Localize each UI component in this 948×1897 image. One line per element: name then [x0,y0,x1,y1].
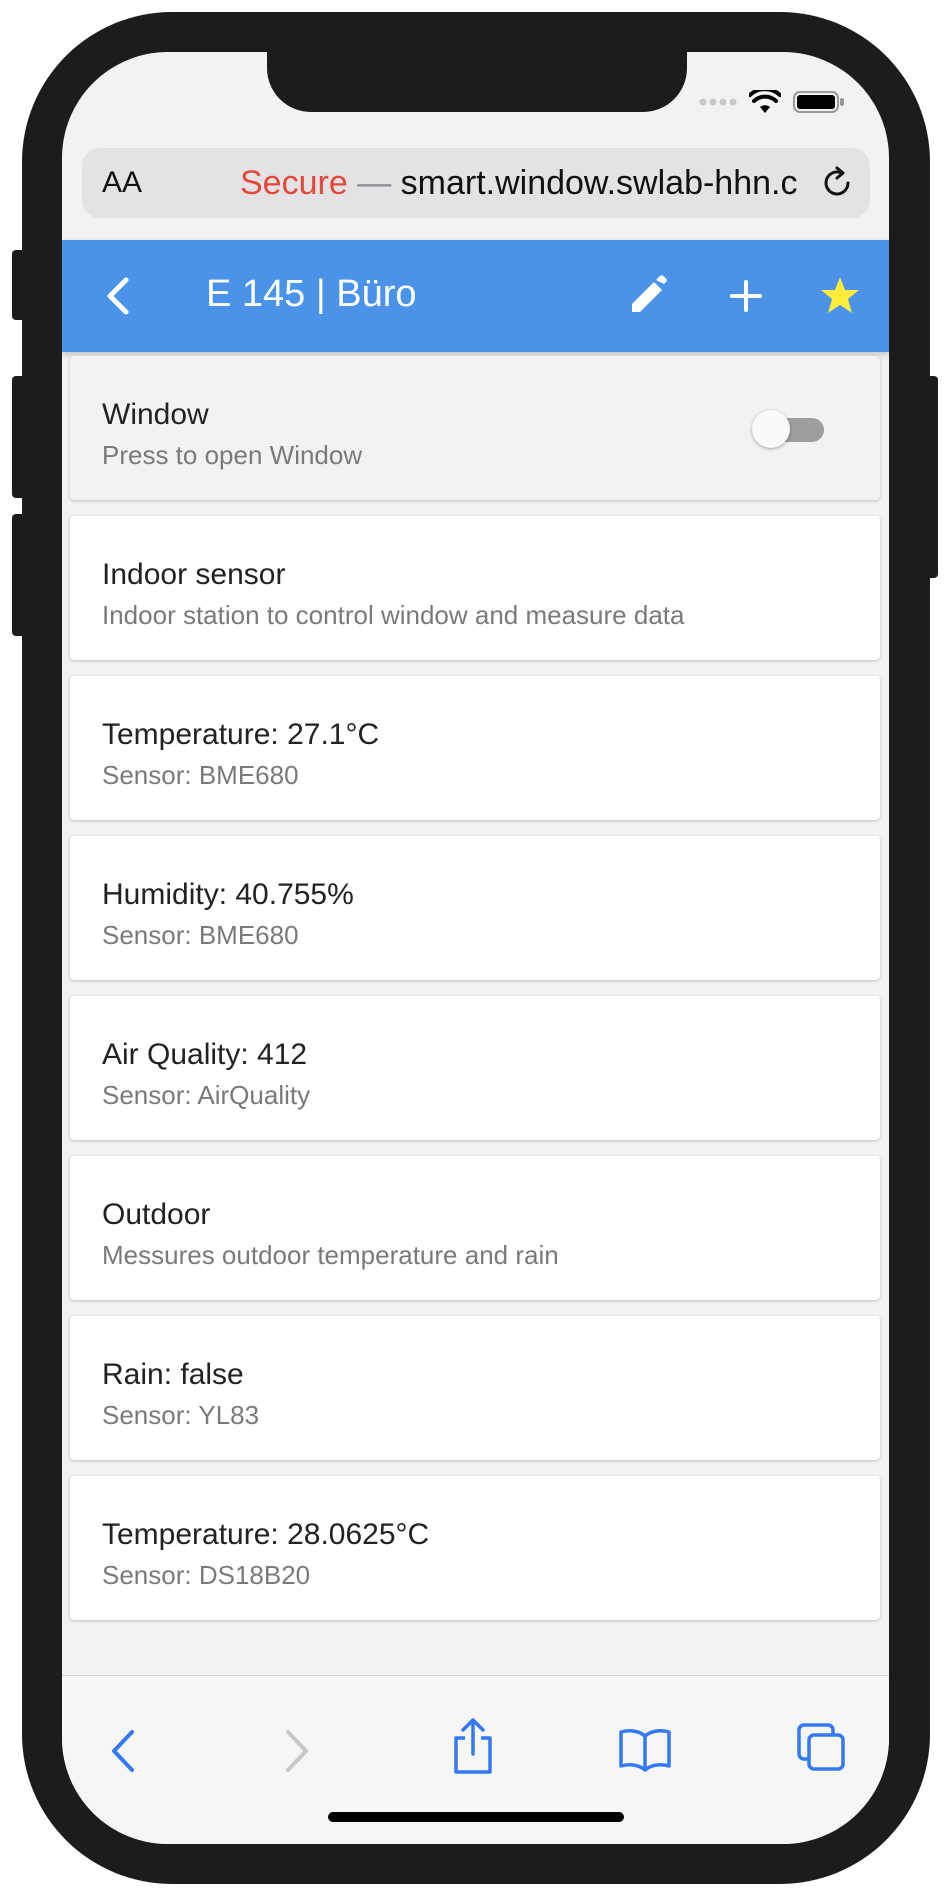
list-item-title: Rain: false [102,1358,244,1391]
list-item[interactable]: Rain: false Sensor: YL83 [70,1316,880,1460]
battery-icon [793,91,844,113]
star-icon[interactable] [818,268,862,324]
list-item-subtitle: Sensor: AirQuality [102,1080,311,1110]
wifi-icon [749,90,781,113]
list-item-title: Air Quality: 412 [102,1038,308,1071]
forward-icon[interactable] [276,1726,316,1776]
toggle-knob [752,410,790,448]
text-size-button[interactable]: AA [102,166,142,200]
url-text[interactable]: Secure — smart.window.swlab-hhn.c [240,164,800,203]
list-item-subtitle: Sensor: DS18B20 [102,1560,311,1590]
list-item[interactable]: Temperature: 28.0625°C Sensor: DS18B20 [70,1476,880,1620]
phone-screen: AA Secure — smart.window.swlab-hhn.c E 1… [62,52,889,1844]
list-item-subtitle: Sensor: BME680 [102,760,299,790]
list-item-title: Temperature: 27.1°C [102,718,380,751]
volume-down-button [12,514,26,636]
list-item-title: Outdoor [102,1198,211,1231]
bookmarks-icon[interactable] [618,1726,672,1772]
reload-icon[interactable] [818,164,856,202]
list-item[interactable]: Air Quality: 412 Sensor: AirQuality [70,996,880,1140]
arrow-back-icon[interactable] [98,268,138,324]
pencil-icon[interactable] [626,268,670,324]
page-title: E 145 | Büro [206,273,417,315]
list-item-subtitle: Press to open Window [102,440,363,470]
share-icon[interactable] [450,1716,496,1776]
signal-dots-icon [699,98,737,106]
mute-switch [12,250,26,320]
list-item-subtitle: Messures outdoor temperature and rain [102,1240,559,1270]
plus-icon[interactable] [724,268,768,324]
secure-label: Secure [240,164,348,202]
window-control-item[interactable]: Window Press to open Window [70,356,880,500]
window-toggle[interactable] [752,410,824,448]
app-toolbar: E 145 | Büro [62,240,889,352]
list-item-title: Window [102,398,209,431]
url-host: smart.window.swlab-hhn.c [400,164,798,202]
list-item-title: Temperature: 28.0625°C [102,1518,430,1551]
list-item-title: Indoor sensor [102,558,286,591]
list-item-subtitle: Indoor station to control window and mea… [102,600,685,630]
address-bar[interactable]: AA Secure — smart.window.swlab-hhn.c [82,148,870,218]
list-item[interactable]: Outdoor Messures outdoor temperature and… [70,1156,880,1300]
list-item-subtitle: Sensor: BME680 [102,920,299,950]
power-button [924,376,938,578]
list-item-title: Humidity: 40.755% [102,878,354,911]
list-item[interactable]: Indoor sensor Indoor station to control … [70,516,880,660]
volume-up-button [12,376,26,498]
status-bar [699,82,845,122]
home-indicator[interactable] [328,1812,624,1822]
url-separator: — [357,164,392,202]
tabs-icon[interactable] [796,1722,846,1772]
back-icon[interactable] [104,1726,144,1776]
notch [267,52,687,112]
list-item[interactable]: Temperature: 27.1°C Sensor: BME680 [70,676,880,820]
list-item[interactable]: Humidity: 40.755% Sensor: BME680 [70,836,880,980]
list-item-subtitle: Sensor: YL83 [102,1400,260,1430]
